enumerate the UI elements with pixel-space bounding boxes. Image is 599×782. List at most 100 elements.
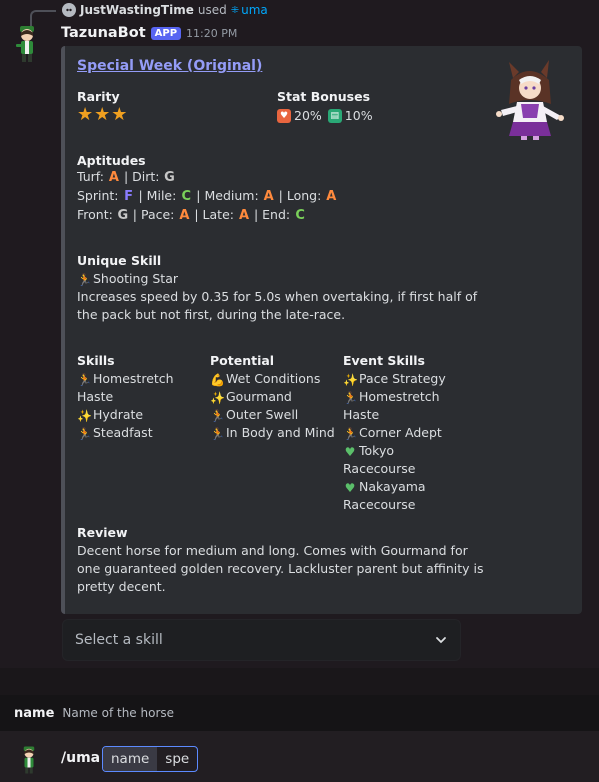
unique-skill-desc-line-1: Increases speed by 0.35 for 5.0s when ov… (77, 289, 478, 304)
skill-name: Steadfast (93, 425, 153, 440)
sparkles-icon: ✨ (343, 373, 358, 387)
message-header: TazunaBot APP 11:20 PM (61, 23, 237, 43)
embed-card: Special Week (Original) Rarity ★ ★ ★ Sta… (61, 46, 582, 614)
chat-area: JustWastingTime used ⁜ uma TazunaBot APP… (0, 0, 599, 668)
chevron-down-icon (436, 637, 446, 644)
unique-skill-label: Unique Skill (77, 253, 162, 268)
potential-label: Potential (210, 353, 275, 368)
dirt-label: | Dirt: (123, 169, 160, 184)
event-skill-name: Tokyo (359, 443, 394, 458)
pace-label: | Pace: (132, 207, 175, 222)
option-name[interactable]: name (14, 706, 54, 721)
potential-name: In Body and Mind (226, 425, 335, 440)
runner-icon: 🏃 (343, 427, 358, 441)
potential-name: Outer Swell (226, 407, 299, 422)
unique-skill-name: Shooting Star (93, 271, 178, 286)
bot-avatar[interactable] (14, 24, 40, 64)
potential-item: ✨Gourmand (210, 388, 340, 406)
review-line-2: one guaranteed golden recovery. Lacklust… (77, 561, 484, 576)
rarity-label: Rarity (77, 89, 120, 104)
skill-select[interactable]: Select a skill (62, 619, 461, 661)
message-composer[interactable]: /uma name spe (0, 731, 599, 782)
end-grade: C (295, 208, 305, 223)
sparkles-icon: ✨ (77, 409, 92, 423)
event-skill-name: Corner Adept (359, 425, 442, 440)
aptitude-row-surface: Turf: A | Dirt: G (77, 168, 497, 187)
discord-icon (62, 3, 76, 17)
pace-grade: A (179, 208, 190, 223)
sparkles-icon: ✨ (210, 391, 225, 405)
option-hint-bar: name Name of the horse (0, 695, 599, 731)
skills-label: Skills (77, 353, 115, 368)
event-skill-name-cont: Haste (343, 407, 380, 422)
bot-name[interactable]: TazunaBot (61, 25, 146, 41)
aptitude-row-strategy: Front: G | Pace: A | Late: A | End: C (77, 206, 497, 225)
bot-avatar-icon (23, 746, 35, 774)
composer-command: /uma (61, 750, 101, 766)
skill-item: 🏃Homestretch (77, 370, 205, 388)
turf-label: Turf: (77, 169, 104, 184)
option-chip-name[interactable]: name (103, 747, 158, 771)
event-skill-item: 🏃Homestretch (343, 388, 473, 406)
event-skill-name: Nakayama (359, 479, 426, 494)
slash-command-icon: ⁜ (230, 4, 240, 16)
long-label: | Long: (278, 188, 322, 203)
skill-name-cont: Haste (77, 389, 114, 404)
chat-divider (0, 668, 599, 695)
aptitudes-label: Aptitudes (77, 153, 146, 168)
sprint-label: Sprint: (77, 188, 119, 203)
star-icon: ★ (111, 104, 128, 125)
potential-field: Potential 💪Wet Conditions ✨Gourmand 🏃Out… (210, 353, 340, 442)
end-label: | End: (253, 207, 291, 222)
reply-command-label: uma (241, 3, 268, 17)
reply-username[interactable]: JustWastingTime (80, 3, 194, 17)
medium-grade: A (263, 189, 274, 204)
stat-bonuses-label: Stat Bonuses (277, 89, 371, 104)
flexed-arm-icon: 💪 (210, 373, 225, 387)
embed-title-link[interactable]: Special Week (Original) (77, 58, 262, 74)
review-line-3: pretty decent. (77, 579, 166, 594)
potential-item: 💪Wet Conditions (210, 370, 340, 388)
runner-icon: 🏃 (77, 373, 92, 387)
command-options[interactable]: name spe (102, 746, 199, 772)
front-label: Front: (77, 207, 113, 222)
reply-command[interactable]: ⁜ uma (231, 3, 268, 17)
long-grade: A (326, 189, 337, 204)
skill-item: ✨Hydrate (77, 406, 205, 424)
aptitude-row-distance: Sprint: F | Mile: C | Medium: A | Long: … (77, 187, 497, 206)
app-badge: APP (150, 26, 182, 40)
message-timestamp[interactable]: 11:20 PM (186, 27, 237, 40)
reply-context[interactable]: JustWastingTime used ⁜ uma (62, 1, 268, 19)
stat-bonuses-field: Stat Bonuses ♥ 20% ▤ 10% (277, 89, 373, 125)
review-label: Review (77, 525, 128, 540)
front-grade: G (117, 208, 129, 223)
event-skill-name-cont: Racecourse (343, 461, 416, 476)
option-description: Name of the horse (62, 706, 175, 720)
option-input-text[interactable]: spe (157, 747, 197, 771)
bonus-2-value: 10% (344, 108, 373, 123)
runner-icon: 🏃 (210, 427, 225, 441)
late-grade: A (238, 208, 250, 223)
skill-select-placeholder: Select a skill (75, 632, 163, 648)
medium-label: | Medium: (196, 188, 259, 203)
late-label: | Late: (194, 207, 234, 222)
rarity-field: Rarity ★ ★ ★ (77, 89, 127, 124)
reply-used-text: used (197, 3, 227, 17)
mile-label: | Mile: (138, 188, 177, 203)
green-heart-icon: ♥ (344, 481, 356, 495)
review-line-1: Decent horse for medium and long. Comes … (77, 543, 468, 558)
turf-grade: A (108, 170, 119, 185)
event-skill-item: ✨Pace Strategy (343, 370, 473, 388)
rarity-stars: ★ ★ ★ (77, 106, 127, 124)
event-skill-item: ♥ Tokyo (343, 442, 473, 460)
star-icon: ★ (94, 104, 111, 125)
character-thumbnail[interactable] (491, 60, 569, 140)
skill-item: 🏃Steadfast (77, 424, 205, 442)
event-skill-name: Pace Strategy (359, 371, 446, 386)
skill-name: Homestretch (93, 371, 174, 386)
bonus-1-value: 20% (294, 108, 322, 123)
star-icon: ★ (77, 104, 94, 125)
stamina-heart-icon: ♥ (277, 109, 291, 123)
mile-grade: C (181, 189, 192, 204)
unique-skill-desc-line-2: the pack but not first, during the late-… (77, 307, 346, 322)
